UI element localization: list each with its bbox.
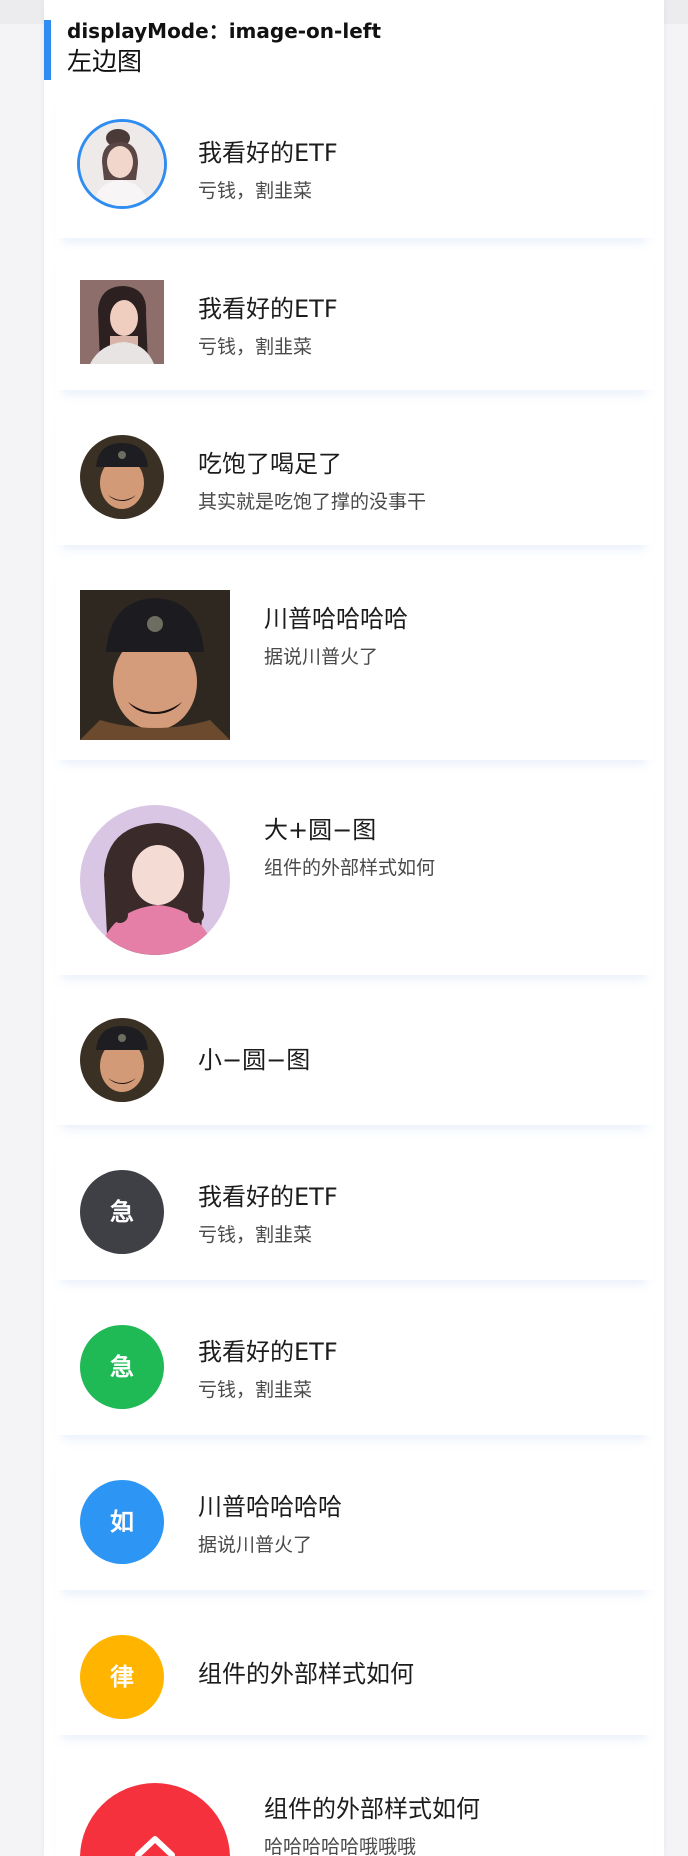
letter-avatar: 如 [80, 1480, 164, 1564]
card-title: 川普哈哈哈哈 [264, 605, 408, 633]
card-image [80, 435, 164, 519]
list-card[interactable]: 大+圆−图 组件的外部样式如何 [56, 775, 652, 975]
card-image [80, 805, 230, 955]
home-icon [135, 1836, 175, 1856]
card-title: 吃饱了喝足了 [198, 450, 342, 478]
home-avatar [80, 1783, 230, 1856]
card-title: 大+圆−图 [264, 816, 377, 844]
card-image [80, 590, 230, 740]
card-title: 组件的外部样式如何 [198, 1660, 414, 1688]
card-subtitle: 亏钱，割韭菜 [198, 180, 313, 202]
list-card[interactable]: 律 组件的外部样式如何 [56, 1605, 652, 1735]
card-title: 我看好的ETF [198, 1338, 338, 1366]
card-title: 我看好的ETF [198, 139, 338, 167]
card-image [80, 122, 164, 206]
list-card[interactable]: 小−圆−图 [56, 990, 652, 1125]
card-image [80, 280, 164, 364]
list-card[interactable]: 如 川普哈哈哈哈 据说川普火了 [56, 1450, 652, 1590]
list-card[interactable]: 组件的外部样式如何 哈哈哈哈哈哦哦哦 [56, 1750, 652, 1856]
section-header: displayMode：image-on-left 左边图 [44, 20, 664, 80]
card-subtitle: 亏钱，割韭菜 [198, 336, 313, 358]
card-title: 我看好的ETF [198, 1183, 338, 1211]
letter-avatar: 急 [80, 1170, 164, 1254]
list-card[interactable]: 急 我看好的ETF 亏钱，割韭菜 [56, 1295, 652, 1435]
card-title: 我看好的ETF [198, 295, 338, 323]
demo-page: displayMode：image-on-left 左边图 我看好的ETF 亏钱… [44, 0, 664, 1856]
list-card[interactable]: 急 我看好的ETF 亏钱，割韭菜 [56, 1140, 652, 1280]
list-card[interactable]: 吃饱了喝足了 其实就是吃饱了撑的没事干 [56, 405, 652, 545]
card-title: 组件的外部样式如何 [264, 1795, 480, 1823]
card-image [80, 1018, 164, 1102]
letter-avatar: 急 [80, 1325, 164, 1409]
list-card[interactable]: 川普哈哈哈哈 据说川普火了 [56, 560, 652, 760]
card-title: 川普哈哈哈哈 [198, 1493, 342, 1521]
card-subtitle: 其实就是吃饱了撑的没事干 [198, 491, 427, 513]
card-subtitle: 据说川普火了 [198, 1534, 313, 1556]
display-mode-label: displayMode：image-on-left [67, 19, 382, 43]
list-card[interactable]: 我看好的ETF 亏钱，割韭菜 [56, 90, 652, 238]
card-subtitle: 哈哈哈哈哈哦哦哦 [264, 1836, 417, 1856]
section-title: 左边图 [67, 47, 143, 76]
letter-avatar: 律 [80, 1635, 164, 1719]
card-subtitle: 亏钱，割韭菜 [198, 1379, 313, 1401]
list-card[interactable]: 我看好的ETF 亏钱，割韭菜 [56, 250, 652, 390]
card-subtitle: 亏钱，割韭菜 [198, 1224, 313, 1246]
section-accent-bar [44, 20, 51, 80]
card-subtitle: 组件的外部样式如何 [264, 857, 436, 879]
card-subtitle: 据说川普火了 [264, 646, 379, 668]
card-title: 小−圆−图 [198, 1046, 311, 1074]
